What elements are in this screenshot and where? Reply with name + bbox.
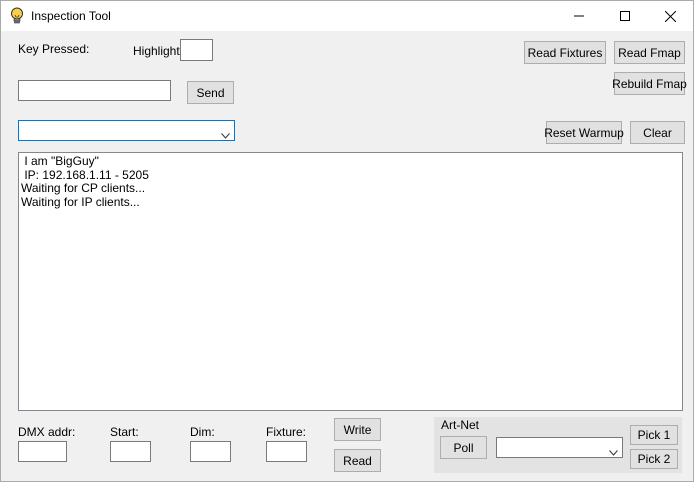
inspection-tool-window: Inspection Tool Key Pressed: Highlight: … xyxy=(0,0,694,482)
clear-button[interactable]: Clear xyxy=(630,121,685,144)
chevron-down-icon xyxy=(221,128,230,139)
dmx-addr-field[interactable] xyxy=(18,441,67,462)
chevron-down-icon xyxy=(609,445,618,456)
console-line: Waiting for IP clients... xyxy=(21,194,140,209)
read-fixtures-button[interactable]: Read Fixtures xyxy=(524,41,606,64)
console-output[interactable]: I am "BigGuy" IP: 192.168.1.11 - 5205 Wa… xyxy=(18,152,683,411)
fixture-field[interactable] xyxy=(266,441,307,462)
maximize-button[interactable] xyxy=(602,1,648,31)
pick-2-button[interactable]: Pick 2 xyxy=(630,449,678,469)
dim-field[interactable] xyxy=(190,441,231,462)
rebuild-fmap-button[interactable]: Rebuild Fmap xyxy=(612,72,687,95)
send-button[interactable]: Send xyxy=(187,81,234,104)
minimize-icon xyxy=(574,11,584,21)
read-fmap-button[interactable]: Read Fmap xyxy=(614,41,685,64)
window-title: Inspection Tool xyxy=(31,9,111,23)
port-dropdown[interactable] xyxy=(18,120,235,141)
poll-button[interactable]: Poll xyxy=(440,436,487,459)
dmx-addr-label: DMX addr: xyxy=(18,425,76,439)
highlight-field[interactable] xyxy=(180,39,213,61)
maximize-icon xyxy=(620,11,630,21)
minimize-button[interactable] xyxy=(556,1,602,31)
send-input[interactable] xyxy=(18,80,171,101)
pick-1-button[interactable]: Pick 1 xyxy=(630,425,678,445)
write-button[interactable]: Write xyxy=(334,418,381,441)
start-field[interactable] xyxy=(110,441,151,462)
artnet-node-dropdown[interactable] xyxy=(496,437,623,458)
title-bar[interactable]: Inspection Tool xyxy=(1,1,693,31)
close-icon xyxy=(664,10,676,22)
console-line: IP: 192.168.1.11 - 5205 xyxy=(21,167,149,182)
reset-warmup-button[interactable]: Reset Warmup xyxy=(544,121,624,144)
highlight-label: Highlight: xyxy=(133,44,184,58)
start-label: Start: xyxy=(110,425,139,439)
key-pressed-label: Key Pressed: xyxy=(18,42,90,56)
console-line: I am "BigGuy" xyxy=(21,154,99,168)
read-button[interactable]: Read xyxy=(334,449,381,472)
console-line: Waiting for CP clients... xyxy=(21,181,146,195)
close-button[interactable] xyxy=(647,1,693,31)
fixture-label: Fixture: xyxy=(266,425,307,439)
dim-label: Dim: xyxy=(190,425,215,439)
lightbulb-icon xyxy=(9,7,25,25)
artnet-label: Art-Net xyxy=(441,418,480,432)
